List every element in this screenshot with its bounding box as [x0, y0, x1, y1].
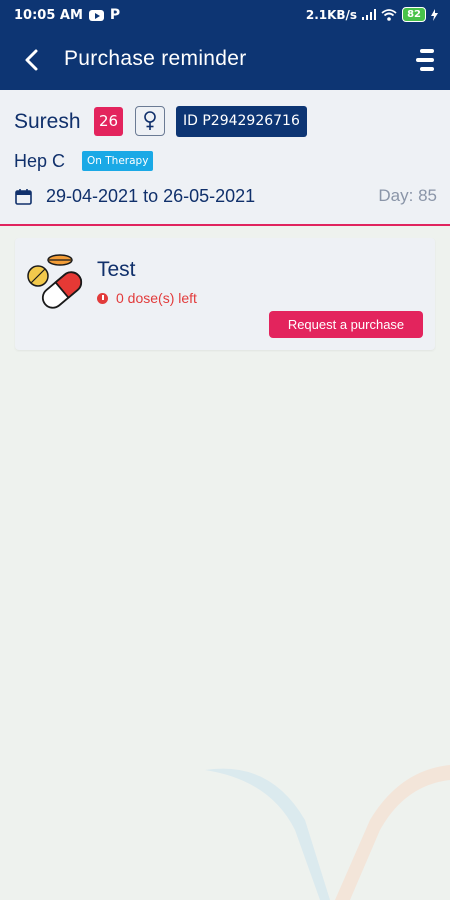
patient-id-badge: ID P2942926716 — [176, 106, 307, 137]
pills-icon — [27, 254, 83, 309]
status-badge: On Therapy — [82, 151, 154, 171]
status-time: 10:05 AM — [14, 7, 83, 23]
patient-condition: Hep C — [14, 151, 66, 171]
request-purchase-button[interactable]: Request a purchase — [269, 311, 423, 338]
watermark-logo — [205, 765, 450, 900]
patient-summary: Suresh 26 ID P2942926716 Hep C On Therap… — [0, 90, 450, 226]
network-speed: 2.1KB/s — [305, 7, 358, 22]
alert-icon — [97, 293, 108, 304]
app-bar: Purchase reminder — [0, 30, 450, 90]
medication-name: Test — [97, 258, 136, 281]
status-right: 2.1KB/s 82 — [306, 7, 438, 22]
gender-badge — [135, 106, 165, 136]
age-badge: 26 — [94, 107, 123, 136]
patient-name: Suresh — [14, 110, 81, 133]
youtube-icon — [88, 9, 104, 21]
status-bar: 10:05 AM P 2.1KB/s 82 — [0, 0, 450, 30]
doses-left: 0 dose(s) left — [116, 290, 197, 306]
status-left: 10:05 AM P — [14, 7, 120, 23]
battery-indicator: 82 — [402, 7, 426, 22]
signal-icon — [362, 9, 377, 20]
female-icon — [144, 111, 156, 130]
therapy-day-count: Day: 85 — [378, 186, 437, 205]
wifi-icon — [381, 8, 397, 21]
back-arrow-icon[interactable] — [18, 46, 46, 74]
therapy-date-range: 29-04-2021 to 26-05-2021 — [46, 186, 256, 206]
calendar-icon — [15, 189, 32, 205]
page-title: Purchase reminder — [64, 47, 247, 70]
medication-card: Test 0 dose(s) left Request a purchase — [15, 238, 435, 350]
charging-icon — [431, 8, 438, 21]
menu-icon[interactable] — [414, 46, 436, 74]
notification-p-icon: P — [109, 7, 121, 23]
